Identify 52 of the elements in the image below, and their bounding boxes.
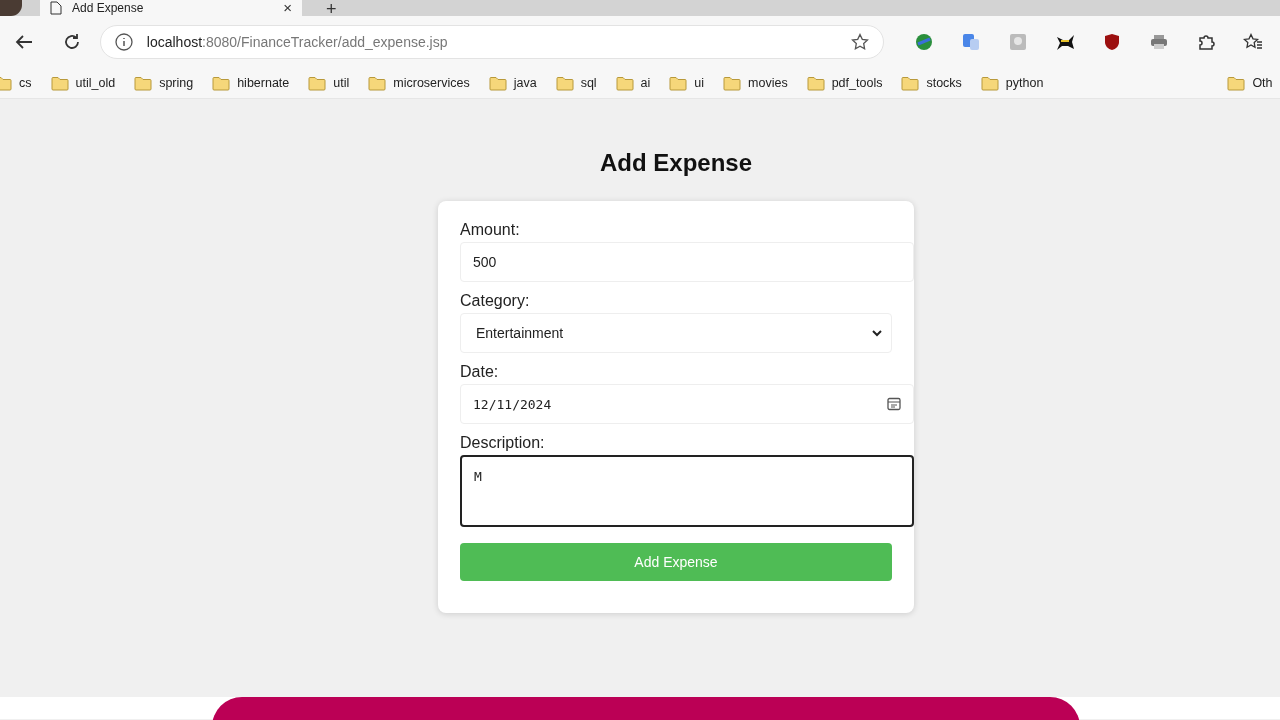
address-bar[interactable]: localhost:8080/FinanceTracker/add_expense.jsp: [99, 25, 884, 59]
new-tab-button[interactable]: +: [326, 2, 337, 16]
category-dropdown[interactable]: Entertainment: [460, 313, 892, 353]
folder-icon: [50, 75, 69, 91]
bookmark-folder[interactable]: ui: [669, 75, 705, 91]
page-heading: Add Expense: [599, 149, 752, 177]
bookmark-folder[interactable]: microservices: [368, 75, 470, 91]
amount-field[interactable]: 500: [460, 242, 914, 282]
bookmark-folder[interactable]: python: [980, 75, 1044, 91]
bookmark-folder[interactable]: stocks: [901, 75, 962, 91]
folder-icon: [368, 75, 387, 91]
folder-icon: [212, 75, 231, 91]
bookmark-folder[interactable]: util_old: [50, 75, 116, 91]
folder-icon: [806, 75, 825, 91]
folder-icon: [308, 75, 327, 91]
folder-icon: [134, 75, 153, 91]
bookmark-folder[interactable]: Oth: [1227, 75, 1273, 91]
info-icon: [114, 33, 133, 51]
folder-icon: [0, 75, 12, 91]
description-field[interactable]: M: [460, 455, 914, 527]
star-icon[interactable]: [851, 33, 869, 51]
bookmark-folder[interactable]: sql: [555, 75, 597, 91]
page-icon: [50, 1, 62, 15]
folder-icon: [669, 75, 688, 91]
chevron-icon: [871, 329, 883, 337]
bookmark-folder[interactable]: util: [308, 75, 350, 91]
folder-icon: [980, 75, 999, 91]
field-label: Category:: [460, 292, 530, 310]
calendar-icon[interactable]: [887, 397, 901, 411]
field-label: Amount:: [460, 221, 520, 239]
bookmark-folder[interactable]: hibernate: [212, 75, 290, 91]
back-icon[interactable]: [14, 34, 33, 50]
folder-icon: [723, 75, 742, 91]
field-label: Date:: [460, 363, 499, 381]
field-label: Description:: [460, 434, 545, 452]
folder-icon: [1227, 75, 1246, 91]
bookmark-folder[interactable]: movies: [723, 75, 788, 91]
profile-avatar[interactable]: [0, 0, 22, 16]
browser-tab[interactable]: Add Expense ×: [40, 0, 302, 16]
bookmark-folder[interactable]: java: [488, 75, 537, 91]
date-field[interactable]: 12/11/2024: [460, 384, 914, 424]
folder-icon: [901, 75, 920, 91]
bookmark-folder[interactable]: cs: [0, 75, 32, 91]
url-text: localhost:8080/FinanceTracker/add_expense.jsp: [146, 34, 449, 50]
bookmark-folder[interactable]: ai: [615, 75, 651, 91]
folder-icon: [615, 75, 634, 91]
reload-icon[interactable]: [62, 33, 81, 51]
close-tab-button[interactable]: ×: [283, 1, 292, 15]
folder-icon: [555, 75, 574, 91]
bookmark-folder[interactable]: pdf_tools: [806, 75, 883, 91]
folder-icon: [488, 75, 507, 91]
bookmark-folder[interactable]: spring: [134, 75, 194, 91]
